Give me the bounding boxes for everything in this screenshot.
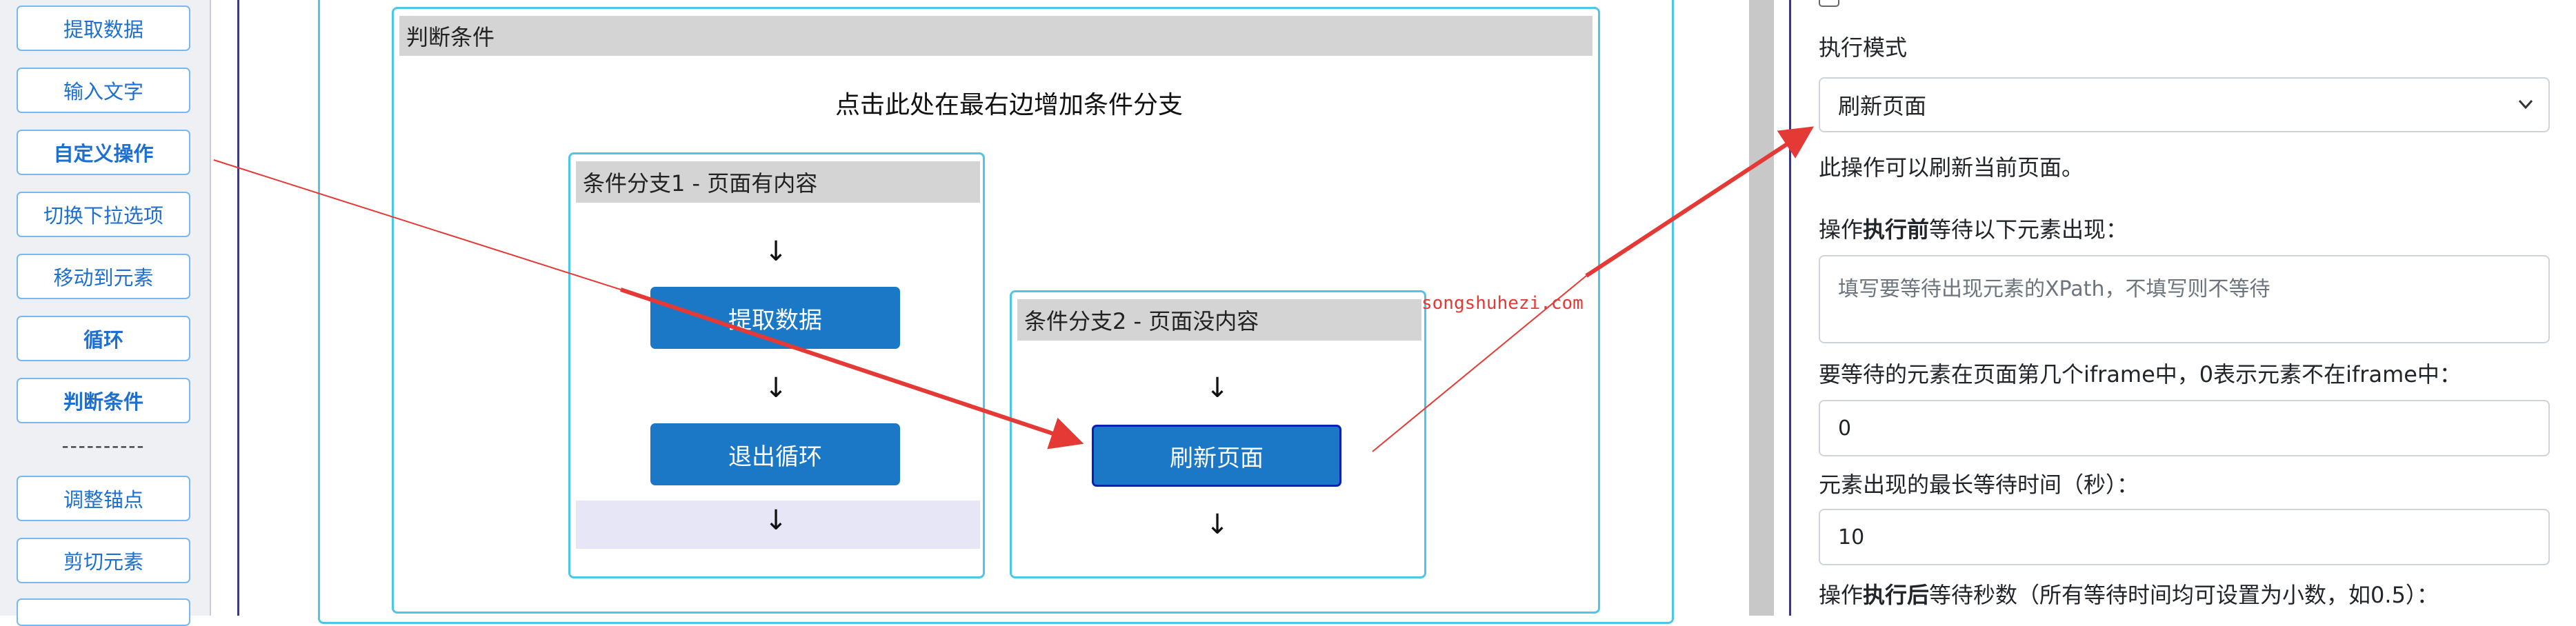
tool-extract-data-button[interactable]: 提取数据 [17, 6, 190, 51]
condition-container[interactable]: 判断条件 点击此处在最右边增加条件分支 条件分支1 - 页面有内容 ↓ 提取数据… [392, 7, 1600, 614]
wait-before-label: 操作执行前等待以下元素出现： [1819, 216, 2128, 243]
branch-2-title: 条件分支2 - 页面没内容 [1017, 299, 1421, 341]
tool-condition-button[interactable]: 判断条件 [17, 378, 190, 423]
node-exit-loop[interactable]: 退出循环 [650, 423, 900, 485]
tool-input-text-button[interactable]: 输入文字 [17, 68, 190, 113]
tool-custom-action-button[interactable]: 自定义操作 [17, 130, 190, 175]
option-checkbox[interactable] [1819, 0, 1839, 7]
flowchart-canvas: 判断条件 点击此处在最右边增加条件分支 条件分支1 - 页面有内容 ↓ 提取数据… [211, 0, 1749, 624]
wait-after-label: 操作执行后等待秒数（所有等待时间均可设置为小数，如0.5）： [1819, 582, 2439, 608]
max-wait-input[interactable] [1819, 509, 2550, 565]
tool-adjust-anchor-button[interactable]: 调整锚点 [17, 476, 190, 521]
branch-2-container[interactable]: 条件分支2 - 页面没内容 ↓ 刷新页面 ↓ [1010, 290, 1426, 578]
exec-mode-value: 刷新页面 [1838, 93, 1927, 119]
branch-1-title: 条件分支1 - 页面有内容 [576, 161, 980, 203]
chevron-down-icon [2517, 91, 2535, 123]
tool-cut-element-button[interactable]: 剪切元素 [17, 538, 190, 583]
tool-switch-dropdown-button[interactable]: 切换下拉选项 [17, 192, 190, 237]
exec-mode-label: 执行模式 [1819, 34, 1908, 61]
flow-arrow: ↓ [764, 372, 788, 404]
tool-loop-button[interactable]: 循环 [17, 316, 190, 361]
iframe-index-input[interactable] [1819, 400, 2550, 456]
flow-arrow: ↓ [764, 505, 788, 536]
flow-left-border [237, 0, 239, 616]
iframe-index-label: 要等待的元素在页面第几个iframe中，0表示元素不在iframe中： [1819, 361, 2462, 387]
wait-xpath-input[interactable] [1819, 255, 2550, 343]
flow-arrow: ↓ [1206, 372, 1229, 404]
tool-more-button[interactable] [17, 598, 190, 626]
toolbox-separator: ---------- [61, 434, 146, 457]
scrollbar[interactable] [1749, 0, 1774, 616]
properties-panel: 执行模式 刷新页面 此操作可以刷新当前页面。 操作执行前等待以下元素出现： 要等… [1791, 0, 2576, 616]
condition-title: 判断条件 [399, 16, 1592, 56]
exec-mode-select[interactable]: 刷新页面 [1819, 77, 2550, 132]
max-wait-label: 元素出现的最长等待时间（秒）： [1819, 472, 2139, 498]
add-branch-hint[interactable]: 点击此处在最右边增加条件分支 [835, 85, 1183, 121]
tool-move-to-element-button[interactable]: 移动到元素 [17, 254, 190, 299]
branch-1-container[interactable]: 条件分支1 - 页面有内容 ↓ 提取数据 ↓ 退出循环 ↓ [568, 152, 985, 578]
node-extract-data[interactable]: 提取数据 [650, 287, 900, 349]
toolbox-panel: 提取数据 输入文字 自定义操作 切换下拉选项 移动到元素 循环 判断条件 ---… [0, 0, 211, 626]
flow-arrow: ↓ [764, 236, 788, 267]
node-refresh-page[interactable]: 刷新页面 [1092, 425, 1341, 487]
watermark-text: songshuhezi.com [1421, 293, 1584, 314]
flow-arrow: ↓ [1206, 509, 1229, 541]
exec-mode-description: 此操作可以刷新当前页面。 [1819, 154, 2084, 181]
